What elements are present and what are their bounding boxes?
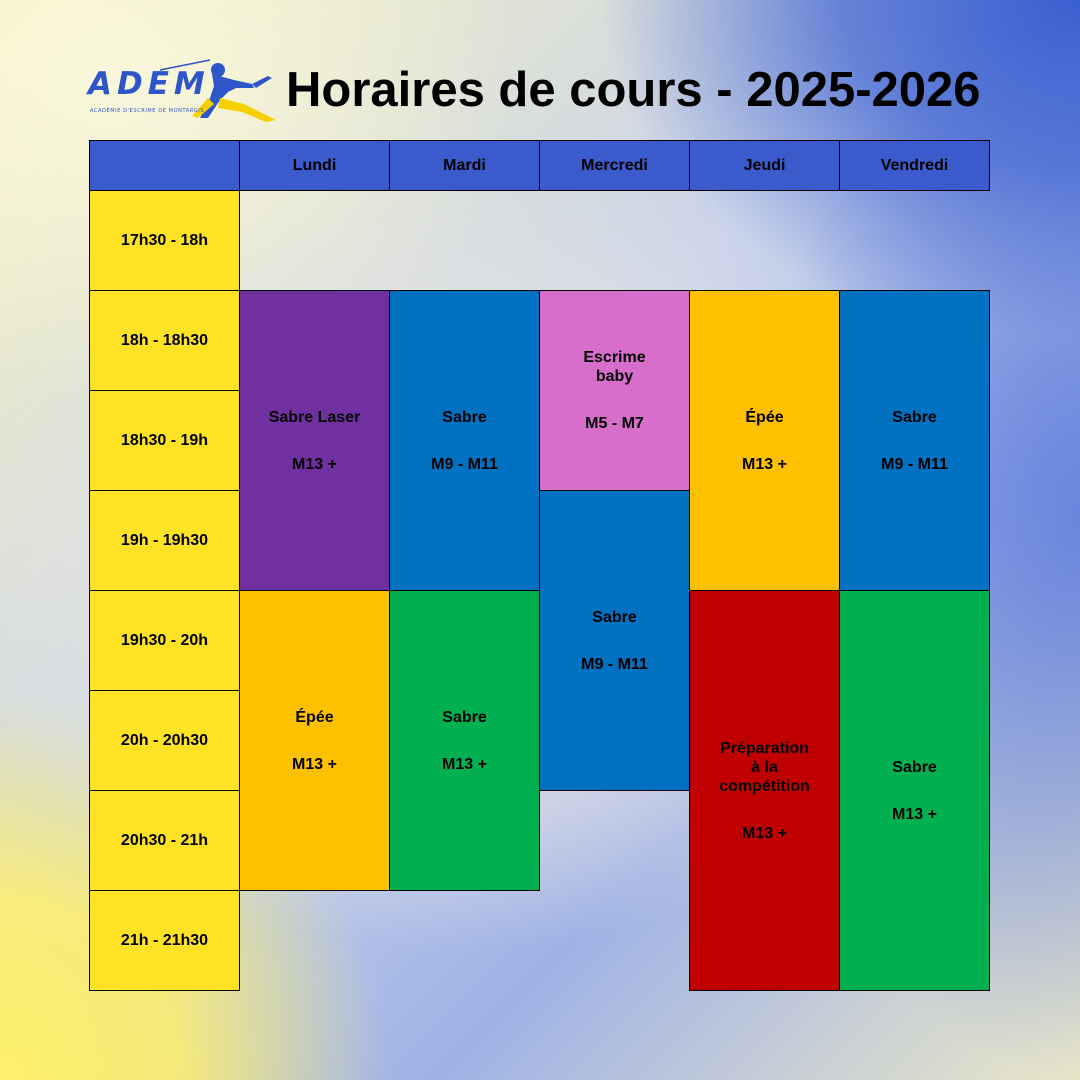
course-block: Sabre M9 - M11	[389, 290, 540, 591]
page-title: Horaires de cours - 2025-2026	[286, 63, 981, 117]
time-slot: 20h - 20h30	[89, 690, 240, 791]
course-name: Épée	[745, 408, 784, 426]
course-name: Sabre	[592, 608, 637, 626]
course-block: Sabre M13 +	[839, 590, 990, 991]
course-block: Sabre Laser M13 +	[239, 290, 390, 591]
time-slot: 20h30 - 21h	[89, 790, 240, 891]
course-level: M5 - M7	[585, 415, 644, 432]
course-block: Sabre M13 +	[389, 590, 540, 891]
course-block: Épée M13 +	[689, 290, 840, 591]
course-name: Sabre Laser	[268, 408, 361, 426]
course-level: M13 +	[292, 455, 337, 473]
course-block: Sabre M9 - M11	[539, 490, 690, 791]
course-name: Sabre	[442, 708, 487, 726]
day-header-mercredi: Mercredi	[539, 140, 690, 191]
course-level: M13 +	[292, 755, 337, 773]
time-slot: 21h - 21h30	[89, 890, 240, 991]
course-name: Escrime baby	[583, 349, 646, 385]
course-block: Préparation à la compétition M13 +	[689, 590, 840, 991]
time-slot: 19h - 19h30	[89, 490, 240, 591]
course-level: M13 +	[742, 455, 787, 473]
course-level: M9 - M11	[431, 455, 498, 473]
course-block: Escrime baby M5 - M7	[539, 290, 690, 491]
course-level: M13 +	[892, 805, 937, 823]
logo-subtitle: ACADÉMIE D'ESCRIME DE MONTARGIS	[90, 108, 205, 114]
course-name: Sabre	[892, 408, 937, 426]
time-slot: 18h - 18h30	[89, 290, 240, 391]
course-name: Préparation à la compétition	[719, 739, 810, 795]
adem-logo: ADEM ACADÉMIE D'ESCRIME DE MONTARGIS	[88, 58, 288, 124]
header-corner	[89, 140, 240, 191]
course-name: Sabre	[442, 408, 487, 426]
fencer-icon	[159, 59, 276, 122]
course-level: M13 +	[742, 824, 787, 842]
course-level: M13 +	[442, 755, 487, 773]
time-slot: 17h30 - 18h	[89, 190, 240, 291]
course-name: Épée	[295, 708, 334, 726]
time-slot: 18h30 - 19h	[89, 390, 240, 491]
day-header-vendredi: Vendredi	[839, 140, 990, 191]
day-header-jeudi: Jeudi	[689, 140, 840, 191]
course-block: Épée M13 +	[239, 590, 390, 891]
time-slot: 19h30 - 20h	[89, 590, 240, 691]
course-name: Sabre	[892, 758, 937, 776]
course-level: M9 - M11	[881, 455, 948, 473]
course-level: M9 - M11	[581, 655, 648, 673]
day-header-lundi: Lundi	[239, 140, 390, 191]
day-header-mardi: Mardi	[389, 140, 540, 191]
course-block: Sabre M9 - M11	[839, 290, 990, 591]
